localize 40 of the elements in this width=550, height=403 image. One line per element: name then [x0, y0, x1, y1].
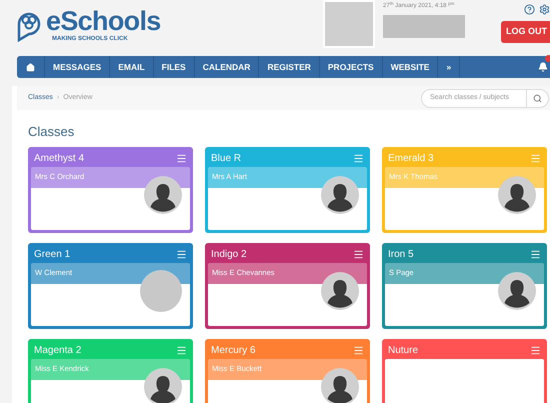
- page-heading: Classes: [28, 123, 76, 141]
- logo-wordmark: eSchools: [46, 8, 161, 35]
- logout-button[interactable]: LOG OUT: [501, 21, 550, 42]
- class-name: Blue R: [211, 152, 242, 166]
- menu-icon[interactable]: [353, 152, 364, 164]
- class-name: Mercury 6: [211, 344, 256, 358]
- nav-tab[interactable]: PROJECTS: [320, 60, 382, 74]
- avatar-silhouette-icon: [498, 176, 536, 214]
- nav-tab[interactable]: FILES: [154, 60, 194, 74]
- notification-badge: [545, 55, 550, 62]
- notification-bell-icon[interactable]: [538, 62, 548, 72]
- class-name: Nuture: [388, 344, 418, 358]
- avatar-silhouette-icon: [144, 176, 182, 214]
- avatar-silhouette-icon: [498, 272, 536, 310]
- avatar-silhouette-icon: [321, 176, 359, 214]
- nav-tab[interactable]: REGISTER: [259, 60, 319, 74]
- avatar-silhouette-icon: [321, 272, 359, 310]
- class-card[interactable]: Nuture: [382, 338, 547, 403]
- menu-icon[interactable]: [353, 344, 364, 356]
- avatar-silhouette-icon: [144, 368, 182, 403]
- menu-icon[interactable]: [176, 152, 187, 164]
- class-name: Amethyst 4: [34, 152, 84, 166]
- menu-icon[interactable]: [530, 344, 541, 356]
- menu-icon[interactable]: [353, 248, 364, 260]
- class-name: Iron 5: [388, 248, 414, 262]
- nav-tab[interactable]: »: [438, 60, 460, 74]
- class-name: Magenta 2: [34, 344, 82, 358]
- class-name: Green 1: [34, 248, 70, 262]
- nav-tab[interactable]: MESSAGES: [45, 60, 110, 74]
- menu-icon[interactable]: [530, 248, 541, 260]
- class-name: Emerald 3: [388, 152, 434, 166]
- nav-tab[interactable]: EMAIL: [110, 60, 153, 74]
- settings-icon[interactable]: [539, 4, 550, 15]
- search-icon[interactable]: [533, 94, 542, 102]
- nav-tab[interactable]: CALENDAR: [194, 60, 258, 74]
- avatar-silhouette-icon: [321, 368, 359, 403]
- menu-icon[interactable]: [176, 248, 187, 260]
- help-icon[interactable]: [524, 4, 535, 15]
- nav-tab[interactable]: WEBSITE: [382, 60, 438, 74]
- class-name: Indigo 2: [211, 248, 247, 262]
